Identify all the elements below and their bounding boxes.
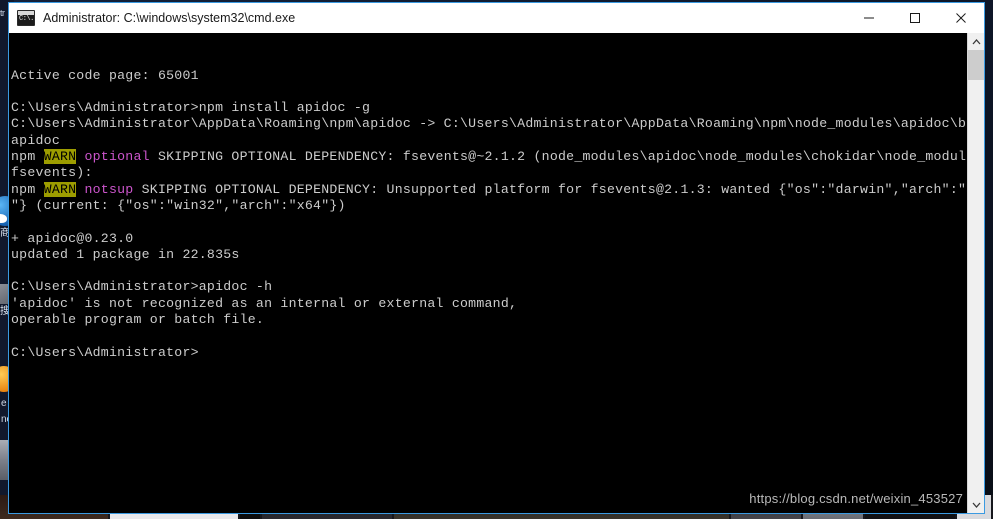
- window-controls: [846, 3, 984, 33]
- console-line: npm WARN notsup SKIPPING OPTIONAL DEPEND…: [11, 181, 967, 198]
- console-lines: Active code page: 65001 C:\Users\Adminis…: [11, 68, 967, 361]
- scroll-up-arrow[interactable]: [968, 33, 984, 50]
- console-line: npm WARN optional SKIPPING OPTIONAL DEPE…: [11, 149, 967, 165]
- console-text-segment: SKIPPING OPTIONAL DEPENDENCY: Unsupporte…: [133, 181, 967, 197]
- npm-warn-tag: WARN: [43, 149, 77, 165]
- npm-warn-tag: WARN: [43, 181, 77, 197]
- console-line: C:\Users\Administrator>: [11, 344, 199, 360]
- scroll-track[interactable]: [968, 50, 984, 496]
- console-line: apidoc: [11, 132, 60, 148]
- console-text-segment: SKIPPING OPTIONAL DEPENDENCY: fsevents@~…: [149, 149, 967, 165]
- console-area: Active code page: 65001 C:\Users\Adminis…: [9, 33, 984, 513]
- console-line: operable program or batch file.: [11, 312, 265, 328]
- npm-warn-kind: optional: [84, 149, 150, 165]
- cmd-window: C:\. Administrator: C:\windows\system32\…: [8, 2, 985, 514]
- console-scrollbar[interactable]: [967, 33, 984, 513]
- console-line: 'apidoc' is not recognized as an interna…: [11, 295, 518, 311]
- console-text-segment: npm: [11, 181, 44, 197]
- console-line: C:\Users\Administrator>npm install apido…: [11, 100, 371, 116]
- window-title: Administrator: C:\windows\system32\cmd.e…: [43, 11, 296, 25]
- cmd-exe-icon: C:\.: [17, 10, 35, 26]
- scroll-thumb[interactable]: [968, 50, 984, 80]
- console-line: "} (current: {"os":"win32","arch":"x64"}…: [11, 197, 346, 213]
- title-bar[interactable]: C:\. Administrator: C:\windows\system32\…: [9, 3, 984, 33]
- console-text-segment: npm: [11, 149, 44, 165]
- close-button[interactable]: [938, 3, 984, 33]
- console-line: + apidoc@0.23.0: [11, 230, 134, 246]
- desktop-sidebar-text-1: e: [1, 398, 7, 409]
- console-line: Active code page: 65001: [11, 67, 199, 83]
- console-output[interactable]: Active code page: 65001 C:\Users\Adminis…: [9, 33, 967, 513]
- npm-warn-kind: notsup: [84, 181, 134, 197]
- minimize-button[interactable]: [846, 3, 892, 33]
- maximize-button[interactable]: [892, 3, 938, 33]
- console-line: updated 1 package in 22.835s: [11, 246, 240, 262]
- console-line: C:\Users\Administrator\AppData\Roaming\n…: [11, 116, 967, 132]
- cmd-exe-icon-glyph: C:\.: [19, 15, 34, 23]
- watermark: https://blog.csdn.net/weixin_453527: [749, 490, 963, 506]
- console-line: fsevents):: [11, 165, 93, 181]
- console-line: C:\Users\Administrator>apidoc -h: [11, 279, 273, 295]
- scroll-down-arrow[interactable]: [968, 496, 984, 513]
